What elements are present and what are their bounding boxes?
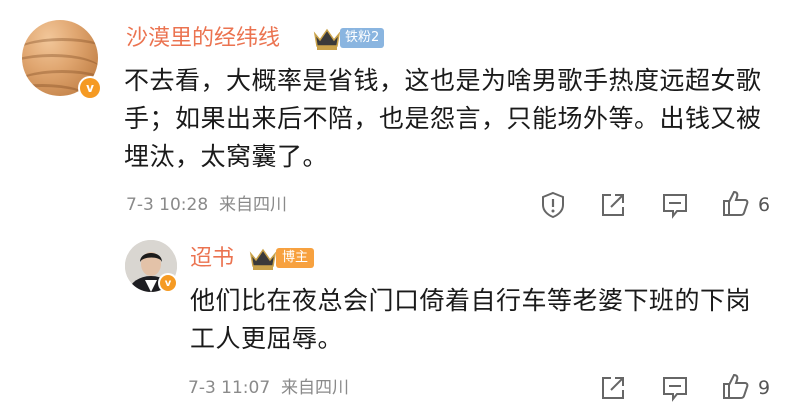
verified-mark: v xyxy=(160,275,176,291)
comment-bubble-icon[interactable] xyxy=(660,373,690,403)
share-arrow-icon[interactable] xyxy=(598,190,628,220)
comment-bubble-icon[interactable] xyxy=(660,190,690,220)
crown-icon xyxy=(248,246,278,272)
like-count: 6 xyxy=(758,194,771,216)
reply-location: 来自四川 xyxy=(280,378,349,398)
crown-icon xyxy=(312,26,342,52)
reply-text: 他们比在夜总会门口倚着自行车等老婆下班的下岗工人更屈辱。 xyxy=(190,286,752,353)
verified-badge: v xyxy=(158,273,178,293)
thumbs-up-icon[interactable] xyxy=(720,371,750,401)
verified-mark: v xyxy=(80,78,100,98)
reply-time: 7-3 11:07 xyxy=(188,378,271,398)
verified-badge: v xyxy=(78,76,102,100)
comment-username[interactable]: 沙漠里的经纬线 xyxy=(126,24,280,54)
comment-time: 7-3 10:28 xyxy=(126,195,209,215)
comment-location: 来自四川 xyxy=(218,195,287,215)
shield-exclamation-icon[interactable] xyxy=(538,190,568,220)
comment-text: 不去看，大概率是省钱，这也是为啥男歌手热度远超女歌手；如果出来后不陪，也是怨言，… xyxy=(124,66,762,171)
thumbs-up-icon[interactable] xyxy=(720,188,750,218)
reply-username[interactable]: 迢书 xyxy=(190,244,234,274)
like-count: 9 xyxy=(758,377,771,399)
share-arrow-icon[interactable] xyxy=(598,373,628,403)
fan-level-badge: 铁粉2 xyxy=(340,28,385,48)
comment-meta: 7-3 10:28 来自四川 xyxy=(126,193,287,217)
host-badge: 博主 xyxy=(276,248,315,268)
reply-meta: 7-3 11:07 来自四川 xyxy=(188,376,349,400)
